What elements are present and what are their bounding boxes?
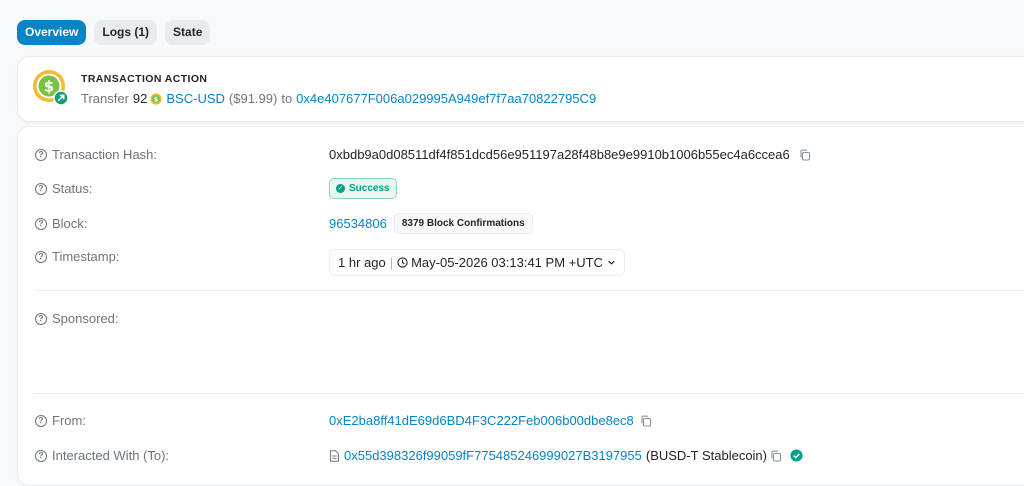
svg-text:$: $ [154, 95, 159, 103]
divider [35, 290, 1024, 291]
interacted-with-label: Interacted With (To): [52, 448, 170, 463]
action-summary: Transfer 92 $ BSC-USD ($91.99) to 0x4e40… [81, 91, 596, 106]
from-label: From: [52, 413, 86, 428]
copy-icon[interactable] [640, 415, 652, 427]
copy-icon[interactable] [770, 450, 782, 462]
tab-logs[interactable]: Logs (1) [94, 20, 158, 45]
action-verb: Transfer [81, 91, 129, 106]
token-logo-icon: $ [150, 92, 162, 105]
tab-bar: Overview Logs (1) State [17, 20, 211, 45]
chevron-down-icon [608, 260, 615, 265]
check-circle-icon: ✓ [336, 184, 345, 193]
coin-icon: $ [33, 70, 68, 105]
verified-check-icon [790, 449, 803, 462]
action-title: TRANSACTION ACTION [81, 73, 208, 85]
action-usd-value: ($91.99) [228, 91, 278, 106]
token-link[interactable]: BSC-USD [166, 91, 225, 106]
sponsored-label: Sponsored: [52, 311, 119, 326]
transaction-hash-value: 0xbdb9a0d08511df4f851dcd56e951197a28f48b… [329, 147, 790, 162]
block-number-link[interactable]: 96534806 [329, 216, 387, 231]
recipient-address-link[interactable]: 0x4e407677F006a029995A949ef7f7aa70822795… [296, 91, 596, 106]
status-label: Status: [52, 181, 93, 196]
question-icon[interactable]: ? [35, 449, 47, 462]
timestamp-dropdown[interactable]: 1 hr ago | May-05-2026 03:13:41 PM +UTC [329, 249, 625, 276]
question-icon[interactable]: ? [35, 148, 47, 161]
status-badge: ✓ Success [329, 178, 397, 199]
block-label: Block: [52, 216, 88, 231]
tab-state[interactable]: State [165, 20, 211, 45]
clock-icon [397, 257, 408, 268]
transaction-details-card: ? Transaction Hash: 0xbdb9a0d08511df4f85… [17, 126, 1024, 486]
tab-overview[interactable]: Overview [17, 20, 87, 45]
transaction-action-card: $ TRANSACTION ACTION Transfer 92 $ BSC-U… [17, 56, 1024, 122]
contract-file-icon [330, 449, 339, 462]
timestamp-separator: | [389, 255, 394, 270]
from-address-link[interactable]: 0xE2ba8ff41dE69d6BD4F3C222Feb006b00dbe8e… [329, 413, 634, 428]
timestamp-label: Timestamp: [52, 249, 120, 264]
question-icon[interactable]: ? [35, 182, 47, 195]
question-icon[interactable]: ? [35, 312, 47, 325]
contract-address-link[interactable]: 0x55d398326f99059fF775485246999027B31979… [344, 448, 642, 463]
action-to-word: to [281, 91, 293, 106]
question-icon[interactable]: ? [35, 217, 47, 230]
timestamp-datetime: May-05-2026 03:13:41 PM +UTC [411, 255, 603, 270]
timestamp-ago: 1 hr ago [338, 255, 386, 270]
hash-label: Transaction Hash: [52, 147, 158, 162]
confirmations-badge: 8379 Block Confirmations [393, 213, 533, 234]
contract-name: (BUSD-T Stablecoin) [645, 448, 767, 463]
divider [35, 393, 1024, 394]
action-amount: 92 [132, 91, 148, 106]
question-icon[interactable]: ? [35, 414, 47, 427]
copy-icon[interactable] [799, 149, 811, 161]
svg-text:$: $ [44, 78, 54, 96]
question-icon[interactable]: ? [35, 250, 47, 263]
